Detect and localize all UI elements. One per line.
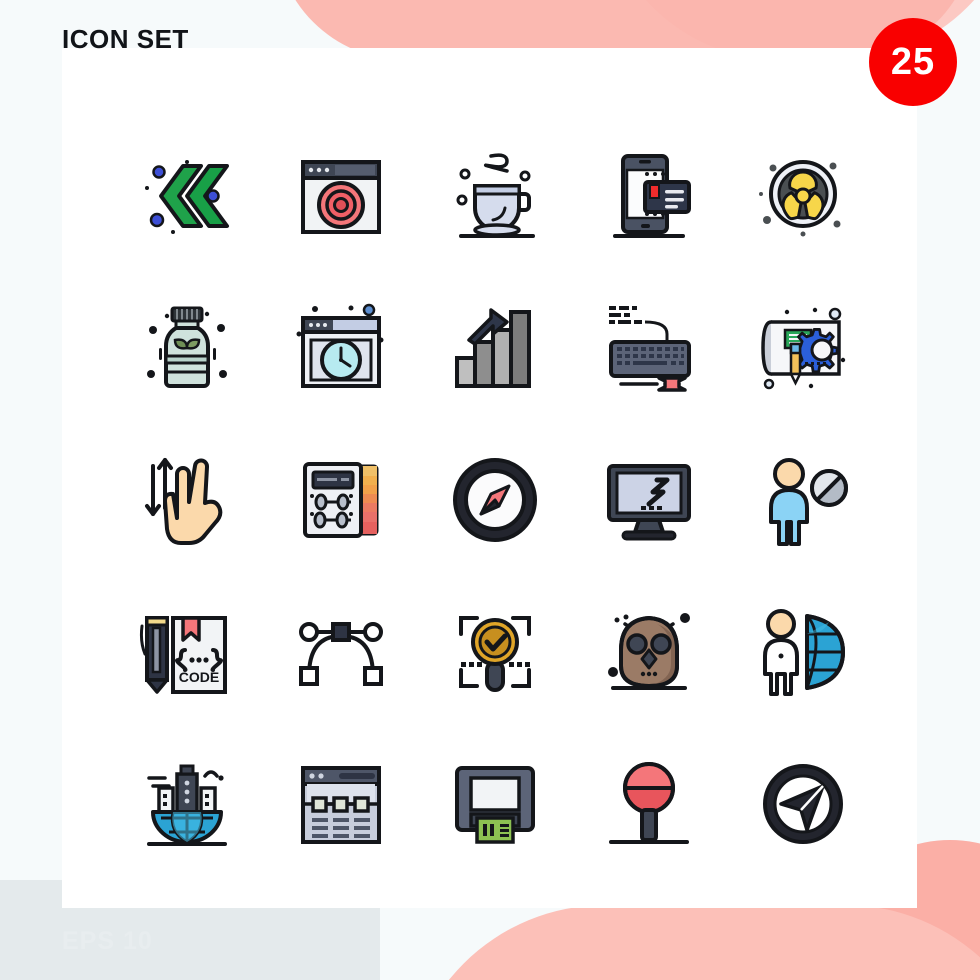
icon-cell-search-verified[interactable] [418, 576, 572, 728]
desktop-monitor-icon [607, 464, 691, 541]
icon-cell-browser-table-layout[interactable] [264, 728, 418, 880]
icon-cell-browser-clock[interactable] [264, 272, 418, 424]
supplement-bottle-icon [147, 306, 227, 388]
growth-bar-chart-icon [455, 308, 531, 388]
icon-cell-desktop-monitor[interactable] [572, 424, 726, 576]
double-chevron-left-icon [145, 160, 229, 234]
icon-cell-code-book-pencil[interactable]: CODE [110, 576, 264, 728]
icon-count-badge: 25 [869, 18, 957, 106]
icon-cell-control-panel[interactable] [264, 424, 418, 576]
icon-cell-smartphone-card[interactable] [572, 120, 726, 272]
biohazard-icon [759, 160, 841, 237]
code-book-label: CODE [179, 669, 219, 685]
icon-cell-supplement-bottle[interactable] [110, 272, 264, 424]
global-shipping-icon [147, 764, 227, 846]
icon-cell-double-chevron-left[interactable] [110, 120, 264, 272]
blueprint-gear-icon [761, 307, 846, 390]
bezier-curve-icon [299, 622, 383, 686]
search-verified-icon [459, 616, 531, 692]
icon-cell-compass[interactable] [418, 424, 572, 576]
icon-cell-biohazard[interactable] [726, 120, 880, 272]
control-panel-icon [303, 462, 379, 538]
icon-cell-browser-target[interactable] [264, 120, 418, 272]
icon-cell-user-globe[interactable] [726, 576, 880, 728]
smartphone-card-icon [613, 154, 691, 238]
icon-cell-user-blocked[interactable] [726, 424, 880, 576]
icon-cell-growth-bar-chart[interactable] [418, 272, 572, 424]
user-blocked-icon [769, 458, 848, 546]
browser-table-layout-icon [301, 766, 381, 844]
icon-cell-two-finger-scroll-gesture[interactable] [110, 424, 264, 576]
icon-cell-owl[interactable] [572, 576, 726, 728]
page-title: ICON SET [62, 24, 189, 54]
icon-cell-atm-cash-machine[interactable] [418, 728, 572, 880]
icon-cell-blueprint-gear[interactable] [726, 272, 880, 424]
keyboard-typing-icon [609, 306, 691, 392]
navigation-send-icon [763, 764, 843, 844]
icon-cell-bezier-curve[interactable] [264, 576, 418, 728]
icon-set-canvas: ICON SET 25 EPS 10 CODE [0, 0, 980, 980]
browser-clock-icon [296, 303, 384, 388]
icon-cell-map-pin-marker[interactable] [572, 728, 726, 880]
icon-cell-navigation-send[interactable] [726, 728, 880, 880]
owl-icon [608, 613, 690, 690]
map-pin-marker-icon [609, 762, 689, 844]
compass-icon [453, 458, 537, 542]
file-format-label: EPS 10 [62, 927, 153, 955]
user-globe-icon [763, 609, 846, 696]
coffee-cup-icon [456, 153, 535, 238]
decorative-pink-blob-bottom [405, 905, 980, 980]
browser-target-icon [301, 160, 381, 234]
icon-grid: CODE [110, 120, 880, 880]
icon-cell-keyboard-typing[interactable] [572, 272, 726, 424]
two-finger-scroll-gesture-icon [145, 458, 223, 545]
code-book-pencil-icon: CODE [139, 616, 227, 694]
icon-cell-coffee-cup[interactable] [418, 120, 572, 272]
atm-cash-machine-icon [455, 766, 535, 844]
icon-cell-global-shipping[interactable] [110, 728, 264, 880]
